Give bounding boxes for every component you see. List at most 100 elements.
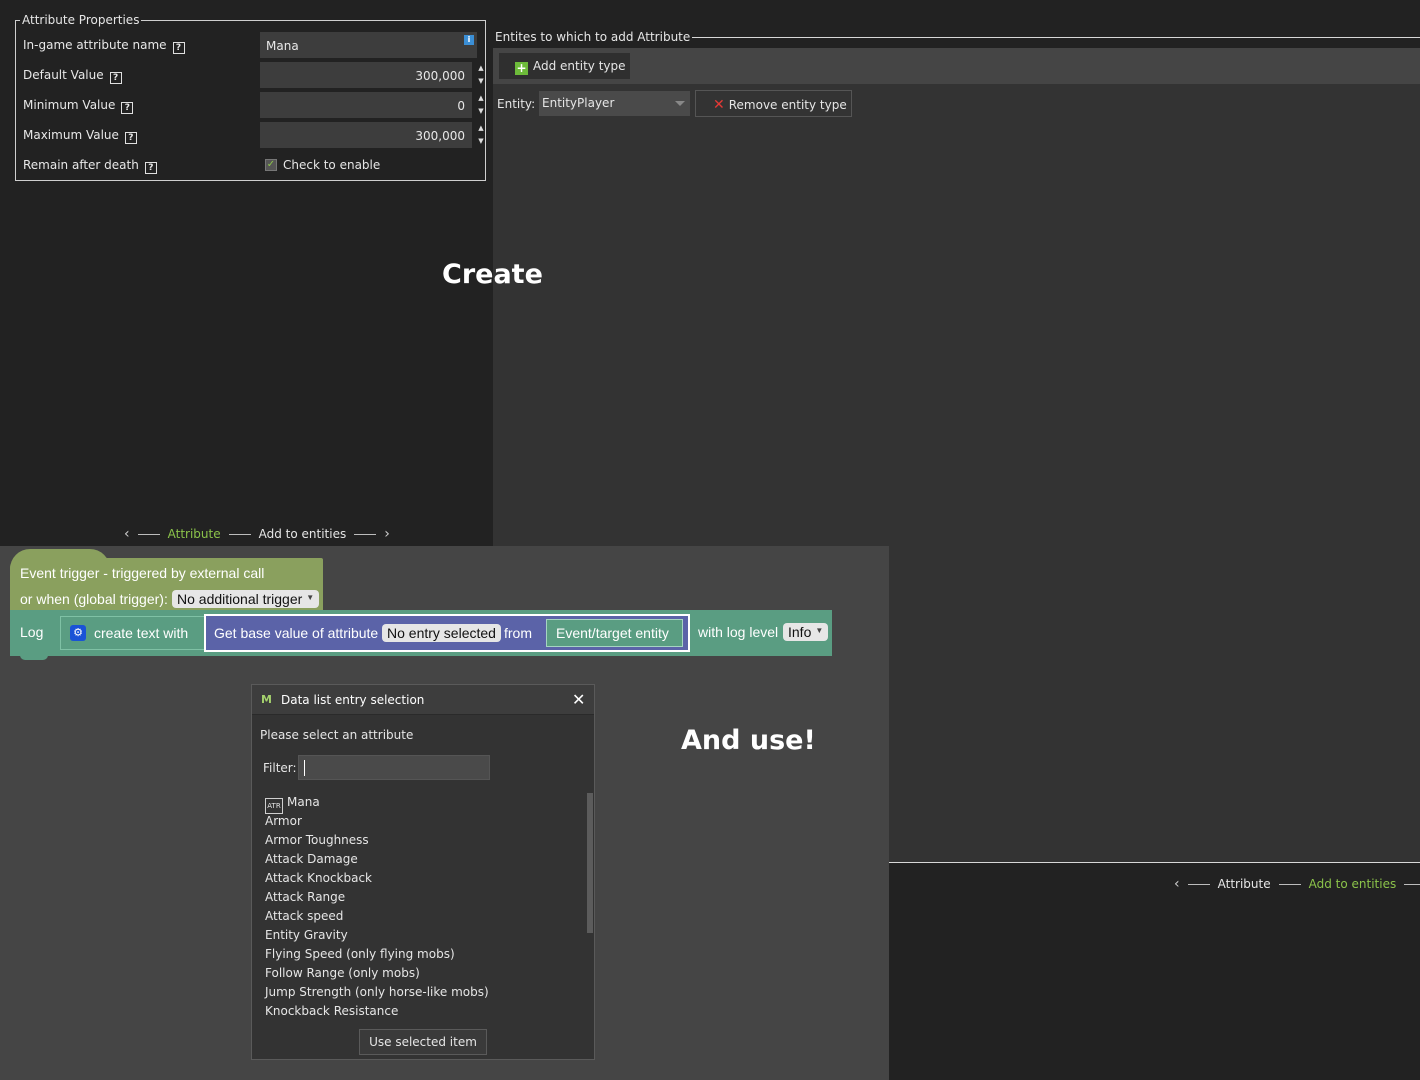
default-value-spinner[interactable]: ▲ ▼ [474,62,488,88]
default-value-label: Default Value? [23,68,122,84]
help-icon[interactable]: ? [144,162,157,174]
event-trigger-text: Event trigger - triggered by external ca… [20,565,265,581]
minimum-value-label: Minimum Value? [23,98,134,114]
get-base-value-block[interactable]: Get base value of attribute No entry sel… [204,614,690,652]
maximum-value-input[interactable]: 300,000 [260,122,472,148]
divider [354,533,377,535]
list-item[interactable]: Flying Speed (only flying mobs) [260,945,595,964]
divider [1187,883,1210,885]
entity-label: Entity: [497,97,536,111]
wizard-step-attribute[interactable]: Attribute [1218,877,1271,891]
plus-icon: + [515,61,528,75]
gear-icon[interactable]: ⚙ [70,625,86,641]
list-item[interactable]: Entity Gravity [260,926,595,945]
list-scrollbar[interactable] [587,793,593,933]
entity-select[interactable]: EntityPlayer [539,91,690,116]
list-item[interactable]: Attack Damage [260,850,595,869]
divider [1278,883,1301,885]
list-item[interactable]: Attack Knockback [260,869,595,888]
wizard-step-add-to-entities[interactable]: Add to entities [1309,877,1397,891]
chevron-down-icon: ▼ [306,593,315,602]
remain-after-death-row: Remain after death? ✓ Check to enable [23,152,483,178]
remove-entity-type-button[interactable]: ✕ Remove entity type [695,90,852,117]
next-step-icon[interactable]: › [384,526,390,542]
filter-label: Filter: [263,761,297,775]
prev-step-icon[interactable]: ‹ [1174,876,1180,892]
fieldset-legend: Attribute Properties [20,13,142,27]
list-item[interactable]: Jump Strength (only horse-like mobs) [260,983,595,1002]
chevron-down-icon: ▼ [815,626,824,635]
default-value-row: Default Value? 300,000 ▲ ▼ [23,62,484,88]
create-text-label: create text with [94,625,189,641]
divider [228,533,251,535]
wizard-nav: ‹ Attribute Add to entities [1174,876,1420,892]
wizard-step-add-to-entities[interactable]: Add to entities [259,527,347,541]
add-entity-type-button[interactable]: + Add entity type [499,53,630,79]
text-caret [304,760,305,776]
with-log-level-label: with log level [698,624,779,640]
default-value-input[interactable]: 300,000 [260,62,472,88]
global-trigger-dropdown[interactable]: No additional trigger ▼ [172,590,320,608]
list-item[interactable]: Attack Range [260,888,595,907]
attribute-properties-panel: Attribute Properties In-game attribute n… [0,0,493,546]
spin-down-icon[interactable]: ▼ [474,135,488,148]
create-caption: Create [442,259,543,290]
mcreator-icon: M [261,693,272,706]
maximum-value-label: Maximum Value? [23,128,137,144]
wizard-nav: ‹ Attribute Add to entities › [124,526,390,542]
minimum-value-row: Minimum Value? 0 ▲ ▼ [23,92,484,118]
entity-label: Event/target entity [556,625,669,641]
close-icon[interactable]: ✕ [572,690,585,709]
attribute-selector-field[interactable]: No entry selected [382,624,501,642]
list-item[interactable]: Armor [260,812,595,831]
event-target-entity-block[interactable]: Event/target entity [546,619,683,647]
and-use-caption: And use! [681,725,816,756]
log-block[interactable]: Log ⚙ create text with Get base value of… [10,610,832,656]
prev-step-icon[interactable]: ‹ [124,526,130,542]
help-icon[interactable]: ? [124,132,137,144]
event-trigger-block[interactable]: Event trigger - triggered by external ca… [10,558,323,610]
block-connector [20,652,48,660]
attribute-name-input[interactable]: Mana i [260,32,477,58]
log-label: Log [20,624,44,640]
list-item[interactable]: Armor Toughness [260,831,595,850]
list-item[interactable]: ATR Mana [260,793,595,814]
spin-down-icon[interactable]: ▼ [474,105,488,118]
minimum-value-spinner[interactable]: ▲ ▼ [474,92,488,118]
help-icon[interactable]: ? [121,102,134,114]
spin-up-icon[interactable]: ▲ [474,122,488,135]
name-row: In-game attribute name? Mana i [23,32,483,58]
spin-up-icon[interactable]: ▲ [474,62,488,75]
spin-down-icon[interactable]: ▼ [474,75,488,88]
attribute-properties-fieldset: Attribute Properties In-game attribute n… [15,13,488,181]
list-item[interactable]: Attack speed [260,907,595,926]
divider [1404,883,1420,885]
help-icon[interactable]: ? [109,72,122,84]
dialog-title: Data list entry selection [281,693,425,707]
from-label: from [504,625,532,641]
attribute-list[interactable]: ATR Mana Armor Armor Toughness Attack Dam… [260,793,595,1025]
minimum-value-input[interactable]: 0 [260,92,472,118]
list-item[interactable]: Follow Range (only mobs) [260,964,595,983]
create-text-block[interactable]: ⚙ create text with [60,616,208,650]
maximum-value-spinner[interactable]: ▲ ▼ [474,122,488,148]
use-selected-item-button[interactable]: Use selected item [359,1029,487,1055]
divider [671,37,1420,38]
remain-after-death-label: Remain after death? [23,158,157,174]
entities-toolbar: + Add entity type [493,48,1420,84]
list-item[interactable]: Knockback Resistance [260,1002,595,1021]
chevron-down-icon [675,101,685,106]
remain-after-death-checkbox[interactable]: ✓ [265,159,277,171]
divider [137,533,160,535]
log-level-dropdown[interactable]: Info ▼ [783,623,829,641]
help-icon[interactable]: ? [172,42,185,54]
entities-header: Entites to which to add Attribute [495,30,693,44]
data-list-entry-selection-dialog: M Data list entry selection ✕ Please sel… [251,684,595,1060]
info-icon[interactable]: i [464,35,474,45]
dialog-titlebar[interactable]: M Data list entry selection ✕ [252,685,594,715]
wizard-step-attribute[interactable]: Attribute [168,527,221,541]
check-to-enable-label[interactable]: Check to enable [283,158,380,172]
close-icon: ✕ [713,97,725,113]
filter-input[interactable] [298,755,490,780]
spin-up-icon[interactable]: ▲ [474,92,488,105]
